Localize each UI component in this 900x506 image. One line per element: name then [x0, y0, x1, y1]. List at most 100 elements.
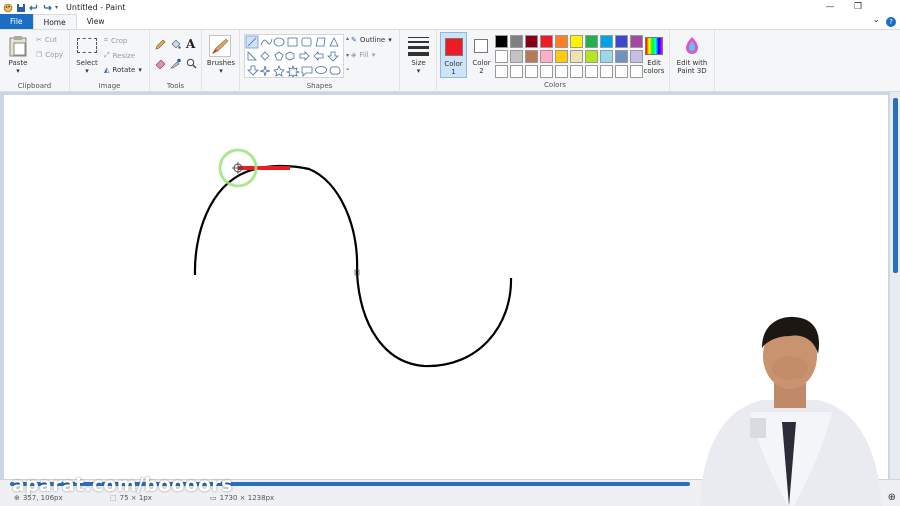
size-lines-icon[interactable] — [408, 37, 429, 56]
fill-bucket-icon[interactable] — [170, 39, 181, 50]
size-chevron-icon[interactable]: ▾ — [400, 67, 437, 75]
text-tool-icon[interactable]: A — [186, 37, 195, 51]
brushes-group: Brushes ▾ — [202, 30, 240, 92]
crop-button[interactable]: ⌗ Crop — [104, 36, 127, 45]
palette-swatch[interactable] — [525, 50, 538, 63]
shapes-scroll-down-icon[interactable]: ▾ — [346, 52, 349, 59]
palette-swatch[interactable] — [495, 50, 508, 63]
palette-swatch[interactable] — [615, 35, 628, 48]
pencil-icon[interactable] — [155, 39, 166, 50]
size-button-label[interactable]: Size — [400, 59, 437, 67]
shapes-gallery[interactable] — [244, 34, 344, 80]
palette-swatch[interactable] — [510, 50, 523, 63]
save-icon[interactable] — [16, 3, 26, 13]
help-icon[interactable]: ? — [886, 17, 896, 27]
palette-swatch[interactable] — [525, 35, 538, 48]
palette-swatch[interactable] — [555, 35, 568, 48]
edit-colors-label: Edit colors — [643, 59, 665, 75]
size-group: Size ▾ — [400, 30, 437, 92]
paint3d-divider — [714, 30, 715, 92]
paint-app-icon[interactable] — [3, 3, 13, 13]
brushes-chevron-icon[interactable]: ▾ — [202, 67, 240, 75]
palette-swatch[interactable] — [510, 35, 523, 48]
palette-swatch[interactable] — [540, 50, 553, 63]
cut-button[interactable]: ✂ Cut — [36, 36, 57, 44]
palette-swatch[interactable] — [585, 50, 598, 63]
tab-home[interactable]: Home — [32, 14, 77, 29]
select-chevron-icon[interactable]: ▾ — [72, 67, 102, 75]
outline-button[interactable]: ✎ Outline ▾ — [351, 36, 392, 44]
scissors-icon: ✂ — [36, 36, 42, 44]
paint3d-label-line2: Paint 3D — [677, 67, 707, 75]
tab-view[interactable]: View — [77, 14, 115, 29]
close-button[interactable]: ✕ — [872, 0, 900, 15]
palette-swatch[interactable] — [570, 35, 583, 48]
fill-icon: ◈ — [351, 51, 357, 59]
maximize-button[interactable]: ❐ — [844, 0, 872, 15]
palette-swatch[interactable] — [615, 65, 628, 78]
magnifier-icon[interactable] — [186, 58, 197, 69]
shapes-group-label: Shapes — [306, 82, 333, 90]
brushes-button-label[interactable]: Brushes — [202, 59, 240, 67]
fill-button[interactable]: ◈ Fill ▾ — [351, 51, 375, 59]
redo-icon[interactable] — [42, 3, 52, 13]
customize-qa-chevron-icon[interactable]: ▾ — [55, 4, 58, 11]
resize-button[interactable]: ⤢ Resize — [104, 51, 135, 60]
tab-file[interactable]: File — [0, 14, 33, 29]
rotate-label: Rotate — [112, 66, 136, 74]
image-group-label: Image — [98, 82, 121, 90]
paint3d-label-line1: Edit with — [676, 59, 708, 67]
select-icon[interactable] — [77, 38, 97, 53]
select-button-label[interactable]: Select — [72, 59, 102, 67]
resize-label: Resize — [112, 51, 136, 60]
palette-swatch[interactable] — [555, 65, 568, 78]
brush-icon[interactable] — [209, 35, 231, 57]
color2-button[interactable]: Color 2 — [468, 32, 495, 78]
watermark-text: aparat.com/boooors — [12, 474, 233, 496]
edit-colors-button[interactable]: Edit colors — [640, 32, 668, 78]
palette-swatch[interactable] — [600, 65, 613, 78]
colors-group-divider — [669, 30, 670, 92]
edit-with-paint3d-button[interactable]: Edit with Paint 3D — [672, 32, 712, 78]
palette-swatch[interactable] — [495, 35, 508, 48]
palette-swatch[interactable] — [555, 50, 568, 63]
palette-swatch[interactable] — [540, 65, 553, 78]
palette-swatch[interactable] — [615, 50, 628, 63]
paste-button-label[interactable]: Paste — [4, 59, 32, 67]
collapse-ribbon-icon[interactable]: ⌄ — [872, 15, 880, 25]
shapes-expand-icon[interactable]: ⩡ — [346, 66, 349, 74]
color-spectrum-icon — [645, 37, 663, 55]
rotate-button[interactable]: ◭ Rotate ▾ — [104, 66, 142, 74]
color1-button[interactable]: Color 1 — [440, 32, 467, 78]
copy-icon: ❐ — [36, 51, 43, 59]
palette-swatch[interactable] — [540, 35, 553, 48]
palette-swatch[interactable] — [570, 65, 583, 78]
palette-swatch[interactable] — [600, 35, 613, 48]
palette-swatch[interactable] — [585, 35, 598, 48]
palette-swatch[interactable] — [495, 65, 508, 78]
paste-icon[interactable] — [9, 35, 27, 57]
vertical-scrollbar[interactable] — [890, 92, 900, 479]
color2-label: Color — [472, 59, 491, 67]
palette-swatch[interactable] — [585, 65, 598, 78]
color-picker-icon[interactable] — [170, 58, 181, 69]
paint3d-icon — [686, 37, 698, 54]
copy-button[interactable]: ❐ Copy — [36, 51, 63, 59]
palette-swatch[interactable] — [510, 65, 523, 78]
shapes-scroll-up-icon[interactable]: ▴ — [346, 35, 349, 42]
color2-number: 2 — [479, 67, 484, 75]
shapes-group: ▴ ▾ ⩡ ✎ Outline ▾ ◈ Fill ▾ Shapes — [240, 30, 400, 92]
paste-chevron-icon[interactable]: ▾ — [4, 67, 32, 75]
color1-label: Color — [444, 60, 463, 68]
palette-swatch[interactable] — [600, 50, 613, 63]
vertical-scroll-thumb[interactable] — [893, 98, 898, 273]
eraser-icon[interactable] — [155, 58, 166, 69]
undo-icon[interactable] — [29, 3, 39, 13]
drawn-curve-lower — [355, 272, 513, 368]
ribbon-tabs: File Home View ⌄ ? — [0, 14, 900, 30]
minimize-button[interactable]: — — [816, 0, 844, 15]
palette-swatch[interactable] — [525, 65, 538, 78]
drawn-red-line — [238, 166, 290, 170]
palette-swatch[interactable] — [570, 50, 583, 63]
color2-swatch — [474, 39, 488, 53]
